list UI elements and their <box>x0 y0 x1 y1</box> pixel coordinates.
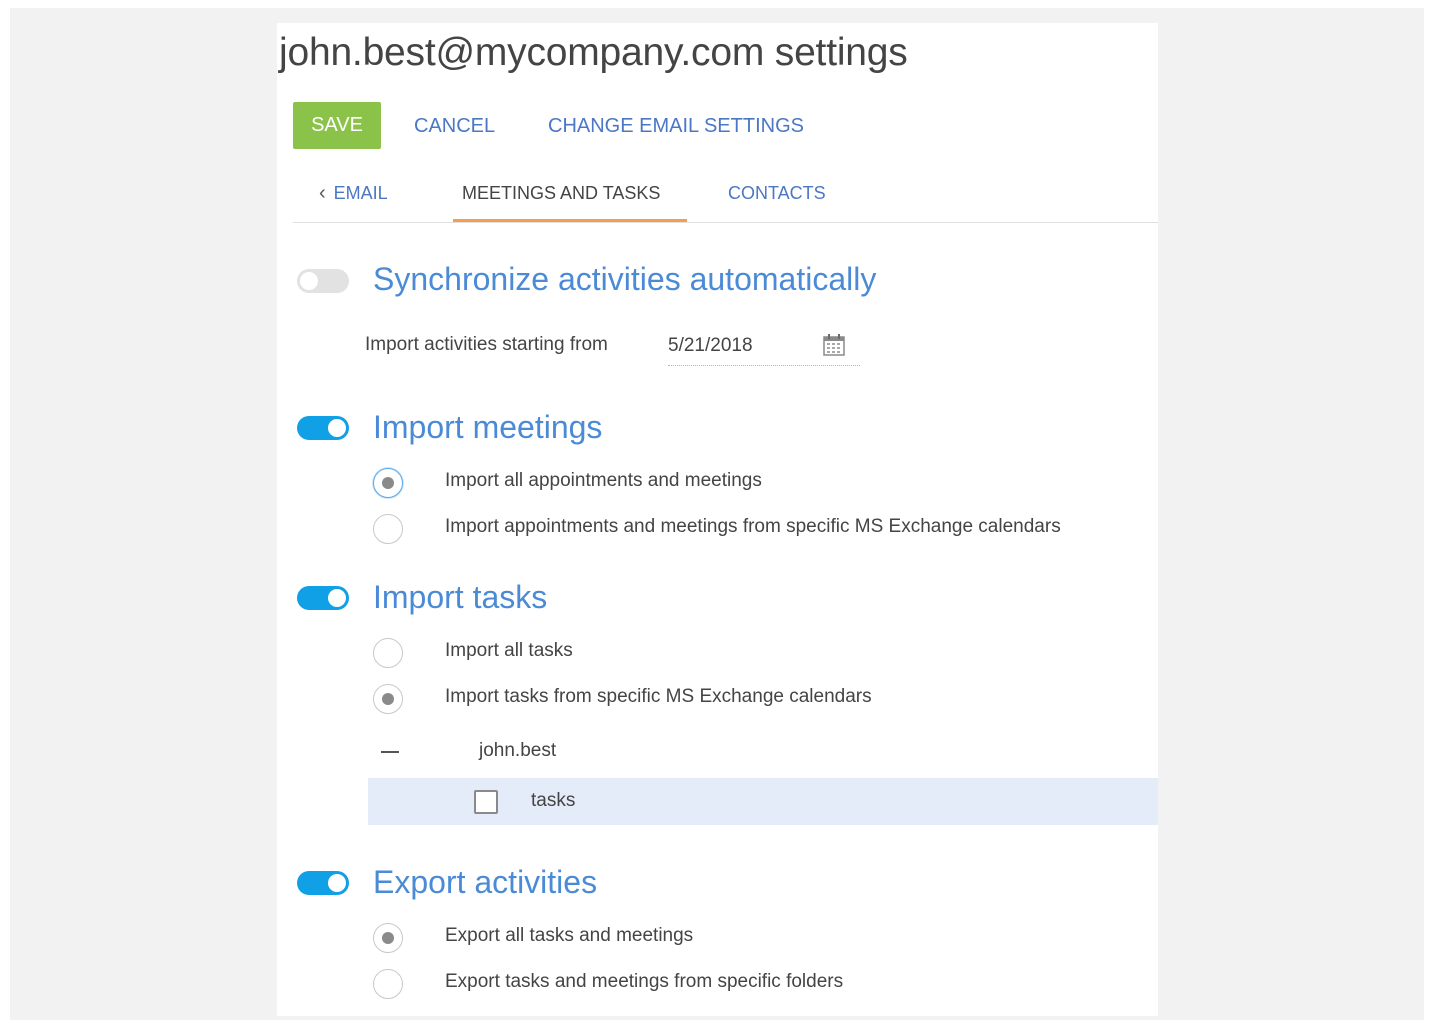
radio-export-all[interactable] <box>373 923 403 953</box>
settings-panel: john.best@mycompany.com settings SAVE CA… <box>277 23 1158 1016</box>
import-meetings-toggle[interactable] <box>297 416 349 440</box>
radio-import-all-tasks-label: Import all tasks <box>445 640 573 661</box>
import-from-label: Import activities starting from <box>365 334 608 355</box>
tab-meetings-and-tasks[interactable]: MEETINGS AND TASKS <box>462 183 660 204</box>
radio-export-all-label: Export all tasks and meetings <box>445 925 694 946</box>
change-email-settings-button[interactable]: CHANGE EMAIL SETTINGS <box>548 115 804 138</box>
radio-import-meetings-specific[interactable] <box>373 514 403 544</box>
calendar-icon[interactable] <box>822 333 846 357</box>
radio-import-all-meetings[interactable] <box>373 468 403 498</box>
import-meetings-title: Import meetings <box>373 409 603 445</box>
radio-import-meetings-specific-label: Import appointments and meetings from sp… <box>445 516 1061 537</box>
radio-export-specific-folders-label: Export tasks and meetings from specific … <box>445 971 844 992</box>
cancel-button[interactable]: CANCEL <box>414 115 495 138</box>
radio-import-all-meetings-label: Import all appointments and meetings <box>445 470 762 491</box>
radio-import-all-tasks[interactable] <box>373 638 403 668</box>
toggle-knob <box>328 874 346 892</box>
collapse-icon[interactable] <box>381 751 399 753</box>
toggle-knob <box>328 419 346 437</box>
radio-import-tasks-specific[interactable] <box>373 684 403 714</box>
import-from-date-field <box>668 329 860 366</box>
toggle-knob <box>328 589 346 607</box>
import-from-date-input[interactable] <box>668 335 808 357</box>
radio-export-specific-folders[interactable] <box>373 969 403 999</box>
save-button[interactable]: SAVE <box>293 102 381 149</box>
export-activities-title: Export activities <box>373 864 598 900</box>
page-title: john.best@mycompany.com settings <box>279 31 908 74</box>
chevron-left-icon: ‹ <box>319 182 326 204</box>
tabs-divider <box>293 222 1158 223</box>
radio-import-tasks-specific-label: Import tasks from specific MS Exchange c… <box>445 686 872 707</box>
tree-child-label: tasks <box>531 790 576 811</box>
tab-email-label: EMAIL <box>333 183 388 203</box>
sync-activities-title: Synchronize activities automatically <box>373 261 877 297</box>
import-tasks-title: Import tasks <box>373 579 548 615</box>
toggle-knob <box>300 272 318 290</box>
import-tasks-toggle[interactable] <box>297 586 349 610</box>
tree-root-label: john.best <box>479 740 557 761</box>
sync-activities-toggle[interactable] <box>297 269 349 293</box>
tab-email[interactable]: ‹ EMAIL <box>319 183 388 204</box>
checkbox-tasks-folder[interactable] <box>474 790 498 814</box>
tab-contacts[interactable]: CONTACTS <box>728 183 826 204</box>
export-activities-toggle[interactable] <box>297 871 349 895</box>
